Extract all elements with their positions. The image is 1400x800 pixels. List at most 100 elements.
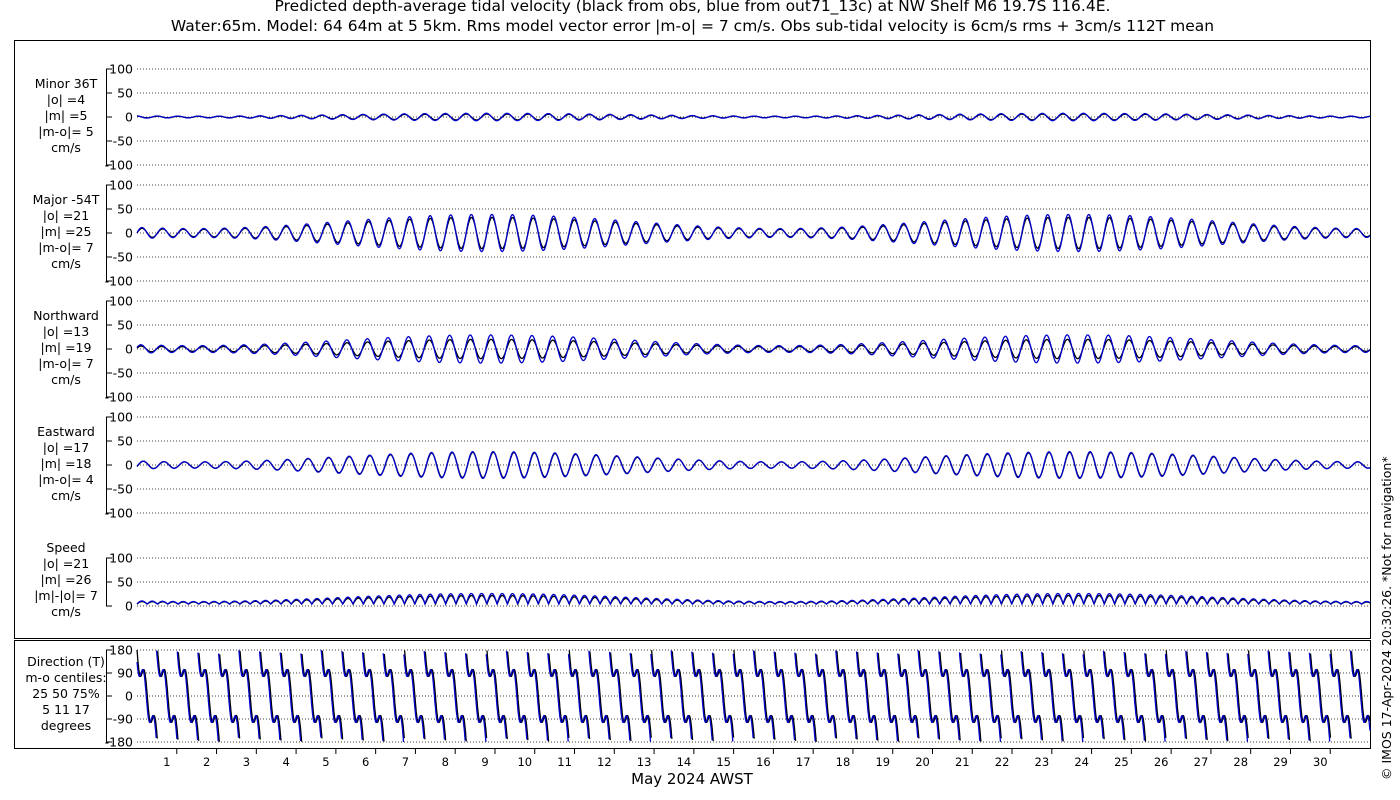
- x-tick-label: 25: [1114, 755, 1129, 769]
- x-tick-label: 8: [442, 755, 449, 769]
- y-tick-label: -50: [113, 482, 133, 497]
- y-tick-label: 0: [125, 458, 133, 473]
- panel-label-line: |o| =13: [43, 324, 89, 339]
- x-tick-label: 4: [282, 755, 289, 769]
- x-tick-label: 10: [517, 755, 532, 769]
- panel-label-line: |o| =4: [47, 92, 86, 107]
- panel-label-line: |m| =19: [41, 340, 92, 355]
- x-axis: 1 2 3 4 5 6 7 8 9 10 11 12 13 14 15 16 17 18 19 20 21 22 23 24 2…: [163, 749, 1331, 788]
- panel-label-line: |o| =21: [43, 556, 89, 571]
- x-tick-label: 30: [1313, 755, 1328, 769]
- y-tick-label: 50: [117, 575, 133, 590]
- panel-label-line: cm/s: [51, 604, 81, 619]
- x-tick-label: 18: [836, 755, 851, 769]
- x-tick-label: 1: [163, 755, 170, 769]
- panel-label-line: |m-o|= 5: [38, 124, 93, 139]
- panel-north: 100 50 0 -50 -100 Northward |o| =13 |m| =19 |m-o…: [33, 294, 1371, 405]
- panel-label-line: m-o centiles:: [25, 670, 106, 685]
- panel-label-line: cm/s: [51, 372, 81, 387]
- y-tick-label: 100: [109, 410, 133, 425]
- y-tick-label: 50: [117, 86, 133, 101]
- x-tick-label: 7: [402, 755, 409, 769]
- y-tick-label: 50: [117, 202, 133, 217]
- panel-label-line: |o| =17: [43, 440, 89, 455]
- x-tick-label: 28: [1233, 755, 1248, 769]
- y-tick-label: 90: [117, 666, 133, 681]
- x-tick-label: 24: [1074, 755, 1089, 769]
- series-model-line: [136, 450, 1371, 480]
- panel-label: Eastward |o| =17 |m| =18 |m-o|= 4 cm/s: [37, 424, 95, 503]
- panel-label-line: Major -54T: [33, 192, 100, 207]
- panel-label-line: degrees: [41, 718, 91, 733]
- panel-label-line: 5 11 17: [42, 702, 90, 717]
- x-tick-label: 21: [955, 755, 970, 769]
- panel-label: Direction (T) m-o centiles: 25 50 75% 5 11 …: [25, 654, 106, 733]
- panel-label-line: Northward: [33, 308, 99, 323]
- panel-east: 100 50 0 -50 -100 Eastward |o| =17 |m| =18 |m-o|…: [37, 410, 1371, 521]
- y-tick-label: -100: [105, 390, 133, 405]
- y-tick-label: -100: [105, 274, 133, 289]
- y-tick-label: -50: [113, 134, 133, 149]
- x-tick-label: 9: [481, 755, 488, 769]
- x-tick-label: 15: [716, 755, 731, 769]
- y-tick-label: -50: [113, 250, 133, 265]
- x-tick-label: 27: [1194, 755, 1209, 769]
- x-tick-label: 3: [243, 755, 250, 769]
- y-tick-label: 0: [125, 342, 133, 357]
- panel-label-line: |m-o|= 4: [38, 472, 93, 487]
- panel-label-line: |m|-|o|= 7: [34, 588, 98, 603]
- panel-major: 100 50 0 -50 -100 Major -54T |o| =21 |m| =25 |m-…: [33, 178, 1371, 289]
- y-tick-label: -50: [113, 366, 133, 381]
- x-tick-label: 2: [203, 755, 210, 769]
- y-tick-label: 0: [125, 599, 133, 614]
- panels: 100500-50-100Minor 36T |o| =4 |m| =5 |m-o|=…: [25, 62, 1371, 750]
- y-tick-label: 0: [125, 226, 133, 241]
- panel-label: Speed |o| =21 |m| =26 |m|-|o|= 7 cm/s: [34, 540, 98, 619]
- x-tick-label: 20: [915, 755, 930, 769]
- y-tick-label: 50: [117, 318, 133, 333]
- y-tick-label: 0: [125, 689, 133, 704]
- y-tick-label: 100: [109, 178, 133, 193]
- panel-label-line: cm/s: [51, 488, 81, 503]
- y-tick-label: -100: [105, 506, 133, 521]
- panel-label: Major -54T |o| =21 |m| =25 |m-o|= 7 cm/s: [33, 192, 100, 271]
- y-tick-label: 100: [109, 62, 133, 77]
- y-tick-label: 100: [109, 551, 133, 566]
- upper-frame: [14, 40, 1371, 639]
- series-model-line: [136, 213, 1371, 253]
- panel-speed: 100 50 0 Speed |o| =21 |m| =26 |m|-|o|= 7 cm/s: [34, 540, 1371, 619]
- panel-label-line: cm/s: [51, 140, 81, 155]
- x-tick-label: 16: [756, 755, 771, 769]
- panel-label-line: |m| =18: [41, 456, 92, 471]
- x-tick-label: 12: [597, 755, 612, 769]
- x-tick-label: 5: [322, 755, 329, 769]
- y-tick-label: 180: [109, 643, 133, 658]
- x-tick-label: 11: [557, 755, 572, 769]
- panel-minor: 100 50 0 -50 -100 Minor 36T |o| =4 |m| =5 |m-o|=…: [35, 62, 1371, 173]
- y-tick-label: -180: [105, 735, 133, 750]
- panel-label-line: cm/s: [51, 256, 81, 271]
- series-model-line: [137, 112, 1371, 122]
- x-tick-label: 22: [995, 755, 1010, 769]
- tidal-velocity-chart: 100500-50-100Minor 36T |o| =4 |m| =5 |m-o|=…: [14, 40, 1371, 788]
- y-tick-label: -90: [113, 712, 133, 727]
- x-tick-label: 13: [637, 755, 652, 769]
- panel-label-line: Speed: [46, 540, 85, 555]
- panel-label-line: |m| =5: [45, 108, 88, 123]
- y-tick-label: 100: [109, 294, 133, 309]
- panel-direction: 180 90 0 -90 -180 Direction (T) m-o centiles: 2…: [25, 643, 1371, 750]
- panel-label-line: |o| =21: [43, 208, 89, 223]
- x-tick-label: 26: [1154, 755, 1169, 769]
- x-tick-label: 29: [1273, 755, 1288, 769]
- panel-label: Minor 36T |o| =4 |m| =5 |m-o|= 5 cm/s: [35, 76, 98, 155]
- panel-label: Northward |o| =13 |m| =19 |m-o|= 7 cm/s: [33, 308, 99, 387]
- panel-label-line: |m-o|= 7: [38, 356, 93, 371]
- panel-label-line: Minor 36T: [35, 76, 98, 91]
- y-tick-label: -100: [105, 158, 133, 173]
- x-tick-label: 19: [875, 755, 890, 769]
- panel-label-line: |m| =25: [41, 224, 92, 239]
- series-model-line: [136, 592, 1371, 607]
- x-tick-label: 6: [362, 755, 369, 769]
- x-tick-label: 14: [677, 755, 692, 769]
- x-tick-label: 23: [1035, 755, 1050, 769]
